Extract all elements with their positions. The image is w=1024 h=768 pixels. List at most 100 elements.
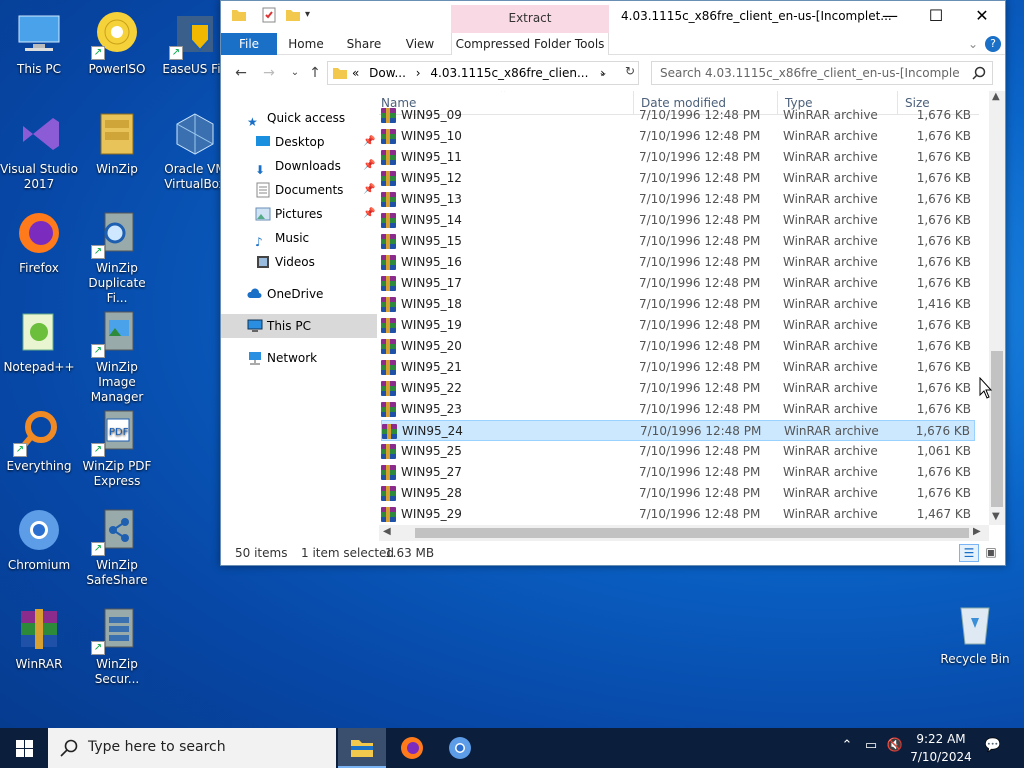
tab-share[interactable]: Share [339, 33, 389, 55]
up-button[interactable]: ↑ [305, 63, 325, 83]
search-icon [972, 66, 986, 80]
nav-network[interactable]: Network [221, 346, 377, 370]
file-size: 1,676 KB [916, 360, 971, 374]
table-row[interactable]: WIN95_21 7/10/1996 12:48 PM WinRAR archive… [381, 357, 975, 378]
taskbar-chromium[interactable] [436, 728, 484, 768]
taskbar-file-explorer[interactable] [338, 728, 386, 768]
horizontal-scroll-thumb[interactable] [415, 528, 969, 538]
details-view-button[interactable]: ☰ [959, 544, 979, 562]
desktop-icon-winzip[interactable]: WinZip [78, 104, 156, 200]
breadcrumb-overflow[interactable]: « [352, 66, 359, 80]
desktop-icon-this-pc[interactable]: This PC [0, 4, 78, 100]
taskbar-search-box[interactable]: Type here to search [48, 728, 336, 768]
nav-label: Videos [275, 255, 315, 269]
breadcrumb-item[interactable]: Dow... [369, 66, 406, 80]
tab-extract[interactable]: Extract [451, 5, 609, 33]
properties-icon[interactable] [261, 7, 277, 23]
ribbon-expand-icon[interactable]: ⌄ [965, 33, 981, 55]
quick-access-toolbar-dropdown[interactable]: ▾ [305, 7, 321, 23]
network-status-icon[interactable]: ▭ [862, 738, 880, 756]
nav-this-pc[interactable]: This PC [221, 314, 377, 338]
desktop-icon-winzip-secure[interactable]: ↗ WinZip Secur... [78, 599, 156, 695]
nav-videos[interactable]: Videos [221, 250, 377, 274]
desktop-icon-winzip-safeshare[interactable]: ↗ WinZip SafeShare [78, 500, 156, 596]
volume-muted-icon[interactable]: 🔇 [886, 738, 904, 756]
tab-file[interactable]: File [221, 33, 277, 55]
help-icon[interactable]: ? [985, 36, 1001, 52]
tab-compressed-folder-tools[interactable]: Compressed Folder Tools [451, 33, 609, 55]
vertical-scroll-thumb[interactable] [991, 351, 1003, 507]
desktop-icon-everything[interactable]: ↗ Everything [0, 401, 78, 497]
file-type: WinRAR archive [783, 108, 878, 122]
table-row[interactable]: WIN95_20 7/10/1996 12:48 PM WinRAR archive… [381, 336, 975, 357]
scroll-up-icon[interactable]: ▲ [992, 91, 1000, 102]
taskbar-clock[interactable]: 9:22 AM 7/10/2024 [906, 730, 976, 766]
desktop-icon-winzip-pdf-express[interactable]: PDF ↗ WinZip PDF Express [78, 401, 156, 497]
minimize-button[interactable]: — [867, 1, 913, 31]
nav-desktop[interactable]: Desktop 📌 [221, 130, 377, 154]
search-input[interactable]: Search 4.03.1115c_x86fre_client_en-us-[I… [651, 61, 993, 85]
desktop-icon-winzip-image-manager[interactable]: ↗ WinZip Image Manager [78, 302, 156, 404]
table-row[interactable]: WIN95_27 7/10/1996 12:48 PM WinRAR archive… [381, 462, 975, 483]
table-row[interactable]: WIN95_22 7/10/1996 12:48 PM WinRAR archive… [381, 378, 975, 399]
desktop-icon-chromium[interactable]: Chromium [0, 500, 78, 596]
table-row[interactable]: WIN95_09 7/10/1996 12:48 PM WinRAR archive… [381, 105, 975, 126]
recent-locations-button[interactable]: ⌄ [285, 63, 305, 83]
start-button[interactable] [0, 728, 48, 768]
table-row[interactable]: WIN95_25 7/10/1996 12:48 PM WinRAR archive… [381, 441, 975, 462]
large-icons-view-button[interactable]: ▣ [981, 544, 1001, 562]
table-row[interactable]: WIN95_24 7/10/1996 12:48 PM WinRAR archive… [381, 420, 975, 441]
table-row[interactable]: WIN95_10 7/10/1996 12:48 PM WinRAR archive… [381, 126, 975, 147]
table-row[interactable]: WIN95_14 7/10/1996 12:48 PM WinRAR archive… [381, 210, 975, 231]
address-bar[interactable]: « Dow... › 4.03.1115c_x86fre_clien... › … [327, 61, 639, 85]
star-icon: ★ [247, 115, 258, 129]
nav-pictures[interactable]: Pictures 📌 [221, 202, 377, 226]
tab-home[interactable]: Home [281, 33, 331, 55]
table-row[interactable]: WIN95_29 7/10/1996 12:48 PM WinRAR archive… [381, 504, 975, 525]
new-folder-icon[interactable] [285, 7, 301, 23]
table-row[interactable]: WIN95_16 7/10/1996 12:48 PM WinRAR archive… [381, 252, 975, 273]
nav-onedrive[interactable]: OneDrive [221, 282, 377, 306]
table-row[interactable]: WIN95_17 7/10/1996 12:48 PM WinRAR archive… [381, 273, 975, 294]
address-dropdown-icon[interactable]: ⌄ [598, 65, 608, 79]
vertical-scrollbar[interactable]: ▲ ▼ [989, 91, 1005, 525]
table-row[interactable]: WIN95_19 7/10/1996 12:48 PM WinRAR archive… [381, 315, 975, 336]
nav-documents[interactable]: Documents 📌 [221, 178, 377, 202]
notifications-icon[interactable]: 💬 [984, 738, 1002, 756]
desktop-icon-recycle-bin[interactable]: Recycle Bin [940, 596, 1010, 666]
table-row[interactable]: WIN95_18 7/10/1996 12:48 PM WinRAR archive… [381, 294, 975, 315]
maximize-button[interactable]: ☐ [913, 1, 959, 31]
refresh-button[interactable]: ↻ [621, 61, 641, 83]
nav-music[interactable]: ♪ Music [221, 226, 377, 250]
nav-quick-access[interactable]: ★ Quick access [221, 106, 377, 130]
table-row[interactable]: WIN95_12 7/10/1996 12:48 PM WinRAR archive… [381, 168, 975, 189]
close-button[interactable]: ✕ [959, 1, 1005, 31]
scroll-down-icon[interactable]: ▼ [992, 511, 1000, 522]
breadcrumb-item[interactable]: 4.03.1115c_x86fre_clien... [430, 66, 588, 80]
table-row[interactable]: WIN95_15 7/10/1996 12:48 PM WinRAR archive… [381, 231, 975, 252]
scroll-right-icon[interactable]: ▶ [973, 526, 981, 537]
file-list: Name ⌃ Date modified Type Size WIN95_09 7… [379, 91, 989, 539]
taskbar-firefox[interactable] [388, 728, 436, 768]
tab-view[interactable]: View [397, 33, 443, 55]
show-hidden-icons-chevron-icon[interactable]: ⌃ [838, 738, 856, 756]
table-row[interactable]: WIN95_28 7/10/1996 12:48 PM WinRAR archive… [381, 483, 975, 504]
poweriso-icon: ↗ [91, 10, 141, 60]
horizontal-scrollbar[interactable]: ◀ ▶ [379, 525, 989, 541]
file-date: 7/10/1996 12:48 PM [639, 129, 761, 143]
file-name: WIN95_17 [401, 276, 462, 290]
desktop-icon-winzip-duplicate[interactable]: ↗ WinZip Duplicate Fi... [78, 203, 156, 305]
nav-downloads[interactable]: ⬇ Downloads 📌 [221, 154, 377, 178]
back-button[interactable]: ← [231, 63, 251, 83]
table-row[interactable]: WIN95_23 7/10/1996 12:48 PM WinRAR archive… [381, 399, 975, 420]
desktop-icon-firefox[interactable]: Firefox [0, 203, 78, 299]
scroll-left-icon[interactable]: ◀ [383, 526, 391, 537]
desktop-icon-notepad-plus-plus[interactable]: Notepad++ [0, 302, 78, 398]
table-row[interactable]: WIN95_11 7/10/1996 12:48 PM WinRAR archive… [381, 147, 975, 168]
forward-button[interactable]: → [259, 63, 279, 83]
desktop-icon-winrar[interactable]: WinRAR [0, 599, 78, 695]
table-row[interactable]: WIN95_13 7/10/1996 12:48 PM WinRAR archive… [381, 189, 975, 210]
breadcrumb-separator[interactable]: › [416, 66, 421, 80]
desktop-icon-poweriso[interactable]: ↗ PowerISO [78, 4, 156, 100]
desktop-icon-visual-studio[interactable]: Visual Studio 2017 [0, 104, 78, 200]
